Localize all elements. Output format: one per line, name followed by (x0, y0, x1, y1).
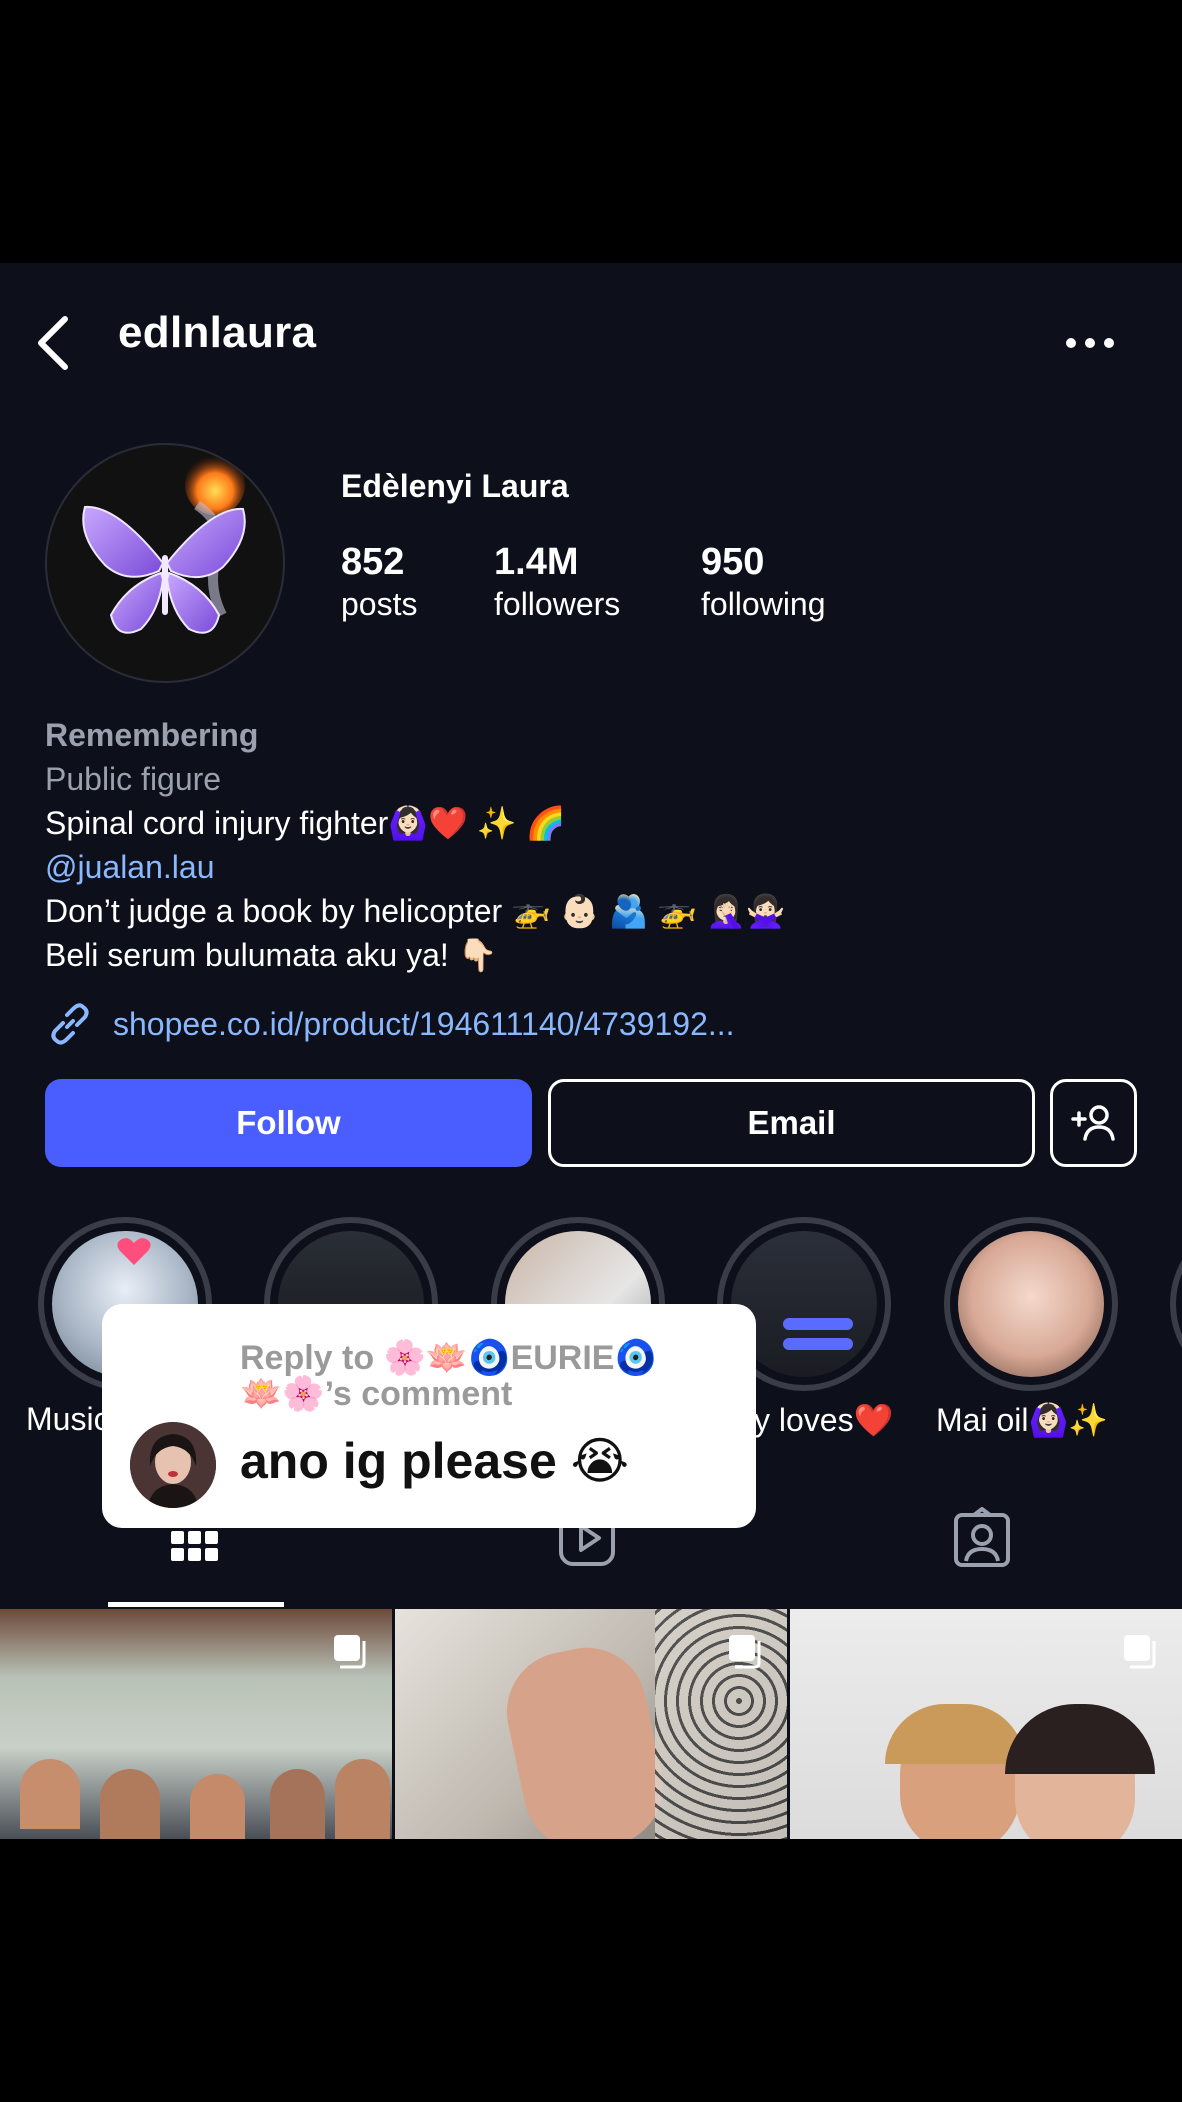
bio-line-3: Beli serum bulumata aku ya! 👇🏻 (45, 937, 498, 973)
tab-tagged[interactable] (947, 1503, 1017, 1573)
top-bar: edlnlaura (0, 263, 1182, 408)
add-person-icon (1070, 1105, 1115, 1141)
bio-mention-link[interactable]: @jualan.lau (45, 845, 1145, 889)
suggest-user-button[interactable] (1050, 1079, 1137, 1167)
avatar-icon (130, 1422, 216, 1508)
highlight-label-mai-oil: Mai oil🙆🏻‍♀️✨ (936, 1402, 1109, 1438)
stat-posts[interactable]: 852 posts (341, 540, 417, 624)
post-thumbnail[interactable] (790, 1609, 1182, 1839)
stat-followers[interactable]: 1.4M followers (494, 540, 620, 624)
highlight-mai-oil[interactable] (944, 1217, 1118, 1391)
category-label: Public figure (45, 761, 222, 797)
reply-comment-text: ano ig please 😭 (240, 1433, 630, 1489)
active-tab-indicator (108, 1602, 284, 1607)
multiple-photos-icon (1124, 1635, 1156, 1669)
stat-followers-count: 1.4M (494, 541, 579, 583)
stat-following[interactable]: 950 following (701, 540, 826, 624)
stat-posts-count: 852 (341, 541, 405, 583)
profile-screen: edlnlaura Edèlenyi Laura 852 posts 1.4M … (0, 263, 1182, 1839)
highlight-label-loves: y loves❤️ (754, 1402, 894, 1438)
heart-icon (117, 1238, 151, 1265)
commenter-avatar (130, 1422, 216, 1508)
profile-link-text: shopee.co.id/product/194611140/4739192..… (113, 1005, 735, 1042)
profile-display-name: Edèlenyi Laura (341, 468, 569, 504)
stat-followers-label: followers (494, 586, 621, 622)
multiple-photos-icon (729, 1635, 761, 1669)
remembering-label: Remembering (45, 717, 259, 753)
reply-header-line-1: Reply to 🌸🪷🧿EURIE🧿 (240, 1339, 657, 1377)
bio-line-1: Spinal cord injury fighter🙆🏻‍♀️❤️ ✨ 🌈 (45, 805, 566, 841)
highlight-6[interactable] (1170, 1217, 1182, 1391)
posts-grid (0, 1609, 1182, 1839)
reply-header-line-2: 🪷🌸’s comment (240, 1375, 513, 1413)
profile-username: edlnlaura (118, 308, 317, 357)
more-options-button[interactable] (1060, 323, 1120, 363)
bio-line-2: Don’t judge a book by helicopter 🚁 👶🏻 🫂 … (45, 893, 786, 929)
follow-button[interactable]: Follow (45, 1079, 532, 1167)
reply-comment-sticker: Reply to 🌸🪷🧿EURIE🧿 🪷🌸’s comment ano ig p… (102, 1304, 756, 1528)
back-button[interactable] (28, 308, 78, 378)
email-button[interactable]: Email (548, 1079, 1035, 1167)
chevron-left-icon (38, 316, 68, 370)
stat-posts-label: posts (341, 586, 418, 622)
butterfly-icon (82, 455, 246, 634)
reply-header: Reply to 🌸🪷🧿EURIE🧿 🪷🌸’s comment (240, 1340, 720, 1412)
more-icon (1066, 338, 1114, 348)
profile-link[interactable]: shopee.co.id/product/194611140/4739192..… (45, 996, 735, 1052)
tagged-icon (954, 1507, 1010, 1567)
multiple-photos-icon (334, 1635, 366, 1669)
stat-following-count: 950 (701, 541, 765, 583)
profile-bio: Remembering Public figure Spinal cord in… (45, 713, 1145, 977)
post-thumbnail[interactable] (395, 1609, 787, 1839)
link-icon (51, 1003, 89, 1045)
profile-avatar[interactable] (45, 443, 285, 683)
highlight-label-music: Music (26, 1401, 110, 1437)
stat-following-label: following (701, 586, 826, 622)
post-thumbnail[interactable] (0, 1609, 392, 1839)
